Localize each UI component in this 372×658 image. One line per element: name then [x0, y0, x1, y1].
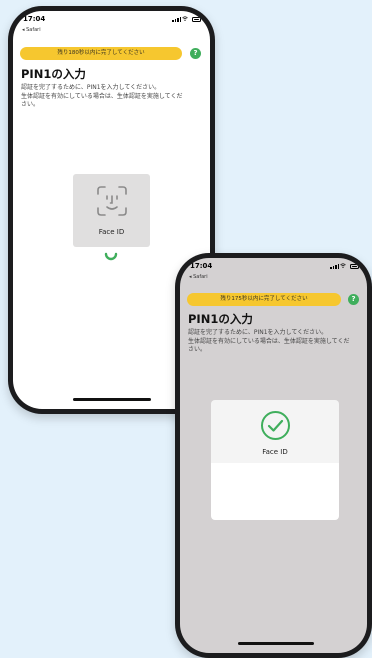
page-title: PIN1の入力: [21, 67, 86, 81]
home-indicator[interactable]: [73, 398, 151, 401]
faceid-label: Face ID: [262, 448, 288, 456]
battery-icon: [350, 264, 359, 269]
instruction-line-1: 認証を完了するために、PIN1を入力してください。: [21, 84, 161, 91]
timer-banner: 残り180秒以内に完了してください: [20, 47, 182, 60]
faceid-success-prompt: Face ID: [211, 400, 339, 520]
faceid-label: Face ID: [98, 228, 125, 236]
back-to-safari-link[interactable]: ◂ Safari: [189, 274, 208, 280]
signal-icon: [172, 17, 182, 22]
phone-right-screen: 17:04 ◂ Safari 残り175秒以内に完了してください ? PIN1の…: [180, 258, 367, 653]
status-bar: 17:04: [180, 258, 367, 274]
instruction-line-3: さい。: [188, 346, 207, 353]
back-to-safari-link[interactable]: ◂ Safari: [22, 27, 41, 33]
face-id-icon: [97, 186, 127, 216]
checkmark-circle-icon: [261, 411, 290, 440]
timer-banner: 残り175秒以内に完了してください: [187, 293, 341, 306]
page-title: PIN1の入力: [188, 312, 253, 326]
instruction-line-2: 生体認証を有効にしている場合は、生体認証を実施してくだ: [21, 92, 183, 100]
home-indicator[interactable]: [238, 642, 314, 645]
status-time: 17:04: [23, 15, 46, 23]
status-time: 17:04: [190, 262, 213, 270]
faceid-success-body: [211, 463, 339, 520]
wifi-icon: [182, 16, 188, 21]
instruction-line-1: 認証を完了するために、PIN1を入力してください。: [188, 329, 328, 336]
instruction-line-3: さい。: [21, 101, 40, 108]
instruction-text: 認証を完了するために、PIN1を入力してください。 生体認証を有効にしている場合…: [21, 84, 210, 110]
signal-icon: [330, 264, 340, 269]
spinner-icon: [104, 252, 118, 261]
wifi-icon: [340, 263, 346, 268]
instruction-text: 認証を完了するために、PIN1を入力してください。 生体認証を有効にしている場合…: [188, 329, 367, 355]
phone-right: 17:04 ◂ Safari 残り175秒以内に完了してください ? PIN1の…: [175, 253, 372, 658]
battery-icon: [192, 17, 201, 22]
help-button[interactable]: ?: [190, 48, 201, 59]
help-button[interactable]: ?: [348, 294, 359, 305]
instruction-line-2: 生体認証を有効にしている場合は、生体認証を実施してくだ: [188, 337, 350, 345]
status-bar: 17:04: [13, 11, 210, 27]
faceid-prompt: Face ID: [73, 174, 150, 247]
